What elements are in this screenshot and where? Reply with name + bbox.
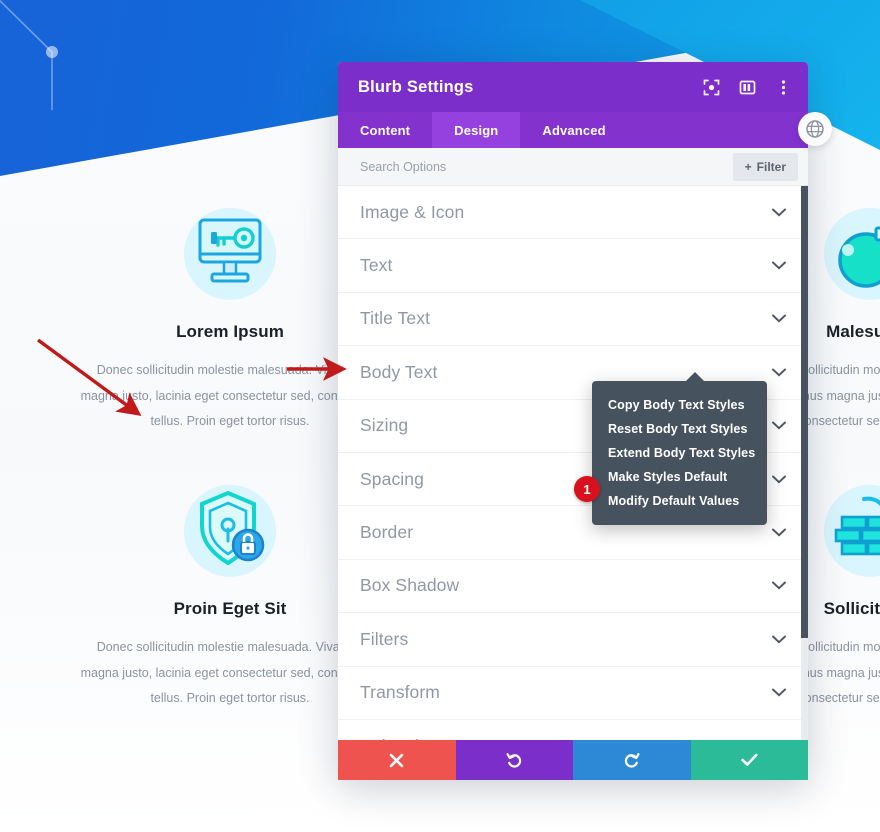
save-button[interactable] (690, 740, 808, 780)
option-row-image-icon[interactable]: Image & Icon (338, 186, 808, 240)
filter-button-label: Filter (756, 159, 786, 174)
layout-panel-icon[interactable] (738, 78, 756, 96)
menu-item-copy-body-text-styles[interactable]: Copy Body Text Styles (592, 393, 767, 417)
globe-icon[interactable] (798, 112, 832, 146)
modal-header-actions (702, 78, 792, 96)
chevron-down-icon (772, 688, 786, 697)
option-row-box-shadow[interactable]: Box Shadow (338, 560, 808, 614)
chevron-down-icon (772, 261, 786, 270)
menu-item-reset-body-text-styles[interactable]: Reset Body Text Styles (592, 417, 767, 441)
plus-icon: + (744, 159, 752, 174)
redo-button[interactable] (573, 740, 691, 780)
chevron-down-icon (772, 368, 786, 377)
option-row-transform[interactable]: Transform (338, 667, 808, 720)
menu-item-extend-body-text-styles[interactable]: Extend Body Text Styles (592, 441, 767, 465)
chevron-down-icon (772, 208, 786, 217)
blurb-body: Donec sollicitudin molestie malesuada. V… (80, 639, 380, 706)
option-row-text[interactable]: Text (338, 239, 808, 293)
option-label: Body Text (360, 361, 438, 382)
tab-design[interactable]: Design (432, 112, 521, 148)
option-row-title-text[interactable]: Title Text (338, 293, 808, 347)
undo-button[interactable] (455, 740, 573, 780)
modal-tabs: Content Design Advanced (338, 112, 808, 148)
filter-button[interactable]: + Filter (732, 152, 798, 181)
blurb-title: Proin Eget Sit (173, 598, 287, 618)
focus-target-icon[interactable] (702, 78, 720, 96)
blurb-title: Lorem Ipsum (176, 322, 284, 341)
option-label: Text (360, 255, 393, 276)
shield-lock-icon (80, 477, 380, 581)
menu-item-modify-default-values[interactable]: Modify Default Values (592, 489, 767, 513)
search-row: + Filter (338, 148, 808, 186)
more-vertical-icon[interactable] (774, 78, 792, 96)
option-row-filters[interactable]: Filters (338, 613, 808, 667)
undo-icon (506, 752, 521, 768)
hero-decorative-node (0, 0, 58, 110)
chevron-down-icon (772, 475, 786, 484)
redo-icon (625, 752, 640, 768)
page-title: Blurb Settings (358, 77, 474, 96)
options-scrollbar-track[interactable] (801, 186, 808, 740)
modal-action-bar (338, 740, 808, 780)
tab-content[interactable]: Content (338, 112, 432, 148)
modal-header: Blurb Settings (338, 62, 808, 112)
check-icon (741, 753, 758, 766)
option-label: Transform (360, 682, 440, 703)
chevron-down-icon (772, 635, 786, 644)
option-label: Title Text (360, 308, 431, 329)
option-label: Border (360, 522, 414, 543)
screen: Lorem Ipsum Donec sollicitudin molestie … (0, 0, 880, 832)
option-label: Box Shadow (360, 575, 460, 596)
step-badge: 1 (574, 476, 600, 502)
tab-advanced[interactable]: Advanced (520, 112, 627, 148)
option-row-animation[interactable]: Animation (338, 720, 808, 740)
close-icon (389, 753, 404, 767)
search-input[interactable] (360, 159, 733, 174)
chevron-down-icon (772, 528, 786, 537)
chevron-down-icon (772, 421, 786, 430)
chevron-down-icon (772, 315, 786, 323)
option-label: Sizing (360, 415, 409, 436)
menu-item-make-styles-default[interactable]: Make Styles Default (592, 465, 767, 489)
options-scrollbar-thumb[interactable] (801, 186, 808, 638)
blurb-body: Donec sollicitudin molestie malesuada. V… (80, 363, 380, 429)
option-label: Spacing (360, 468, 424, 489)
option-label: Animation (360, 736, 439, 740)
chevron-down-icon (772, 581, 786, 590)
option-label: Filters (360, 628, 409, 649)
cancel-button[interactable] (338, 740, 456, 780)
body-text-context-menu: 1 Copy Body Text Styles Reset Body Text … (574, 372, 767, 525)
option-label: Image & Icon (360, 201, 465, 222)
context-menu-arrow (685, 372, 705, 382)
monitor-key-icon (80, 200, 380, 304)
